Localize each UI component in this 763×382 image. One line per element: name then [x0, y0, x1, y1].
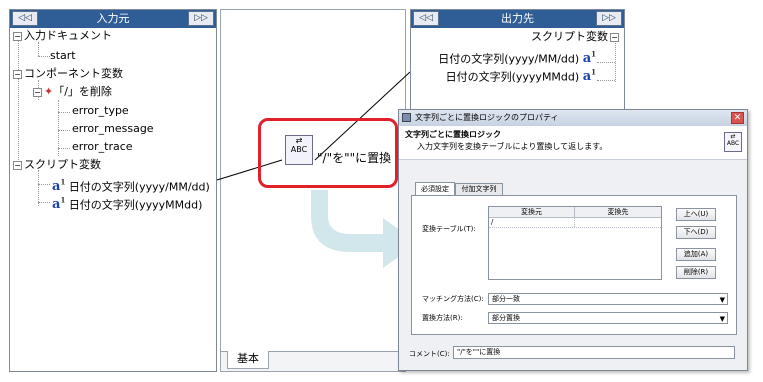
replace-logic-icon: ⇄ ABC: [724, 132, 742, 152]
move-down-button[interactable]: 下へ(D): [676, 226, 716, 239]
target-node-date-plain[interactable]: 日付の文字列(yyyyMMdd) a1: [446, 66, 596, 84]
target-node-script-variables[interactable]: スクリプト変数 −: [531, 30, 621, 44]
add-button[interactable]: 追加(A): [676, 248, 716, 261]
tree-connector: [615, 40, 616, 82]
table-row[interactable]: /: [489, 218, 661, 228]
table-header-row: 変換元 変換先: [489, 207, 661, 218]
dialog-heading-area: 文字列ごとに置換ロジック 入力文字列を変換テーブルにより置換して返します。 ⇄ A…: [399, 126, 747, 160]
table-cell[interactable]: /: [489, 218, 576, 227]
comment-field[interactable]: "/"を""に置換: [453, 346, 735, 359]
tree-connector: [597, 62, 615, 63]
prev-button[interactable]: ◁◁: [413, 11, 439, 26]
target-panel: ◁◁ 出力先 ▷▷ スクリプト変数 − 日付の文字列(yyyy/MM/dd) a1…: [410, 9, 625, 111]
tab-additional[interactable]: 付加文字列: [455, 183, 503, 195]
tab-required[interactable]: 必須設定: [415, 182, 455, 195]
string-variable-icon: a1: [582, 68, 596, 85]
collapse-icon[interactable]: −: [610, 32, 619, 42]
target-node-date-slash[interactable]: 日付の文字列(yyyy/MM/dd) a1: [438, 48, 596, 66]
matching-select[interactable]: 部分一致 ▼: [488, 293, 728, 305]
conversion-table[interactable]: 変換元 変換先 /: [488, 206, 662, 280]
replace-select[interactable]: 部分置換 ▼: [488, 312, 728, 324]
dialog-title: 文字列ごとに置換ロジックのプロパティ: [415, 113, 559, 122]
component-label: "/"を""に置換: [317, 151, 392, 165]
matching-label: マッチング方法(C):: [422, 295, 484, 303]
next-button[interactable]: ▷▷: [596, 11, 622, 26]
comment-label: コメント(C):: [409, 350, 450, 358]
dropdown-arrow-icon: ▼: [719, 315, 725, 323]
target-panel-header: ◁◁ 出力先 ▷▷: [411, 10, 624, 28]
dialog-titlebar[interactable]: 文字列ごとに置換ロジックのプロパティ ✕: [399, 110, 747, 126]
tab-content: 変換テーブル(T): 変換元 変換先 / 上へ(U) 下へ(D) 追加(A) 削…: [411, 195, 737, 335]
table-cell[interactable]: [575, 218, 661, 227]
dialog-heading: 文字列ごとに置換ロジック: [405, 130, 501, 139]
column-header: 変換元: [489, 207, 575, 217]
dialog-description: 入力文字列を変換テーブルにより置換して返します。: [417, 142, 608, 151]
replace-label: 置換方法(R):: [422, 314, 463, 322]
column-header: 変換先: [607, 208, 629, 216]
table-label: 変換テーブル(T):: [422, 225, 476, 233]
properties-dialog: 文字列ごとに置換ロジックのプロパティ ✕ 文字列ごとに置換ロジック 入力文字列を…: [398, 109, 748, 371]
string-variable-icon: a1: [582, 50, 596, 67]
target-panel-title: 出力先: [501, 12, 534, 25]
replace-logic-icon: ⇄ ABC: [285, 135, 313, 165]
replace-component[interactable]: ⇄ ABC "/"を""に置換: [258, 118, 398, 188]
tree-connector: [597, 80, 615, 81]
dropdown-arrow-icon: ▼: [719, 296, 725, 304]
app-icon: [402, 113, 411, 122]
delete-button[interactable]: 削除(R): [676, 266, 716, 279]
move-up-button[interactable]: 上へ(U): [676, 208, 716, 221]
close-button[interactable]: ✕: [731, 112, 744, 124]
